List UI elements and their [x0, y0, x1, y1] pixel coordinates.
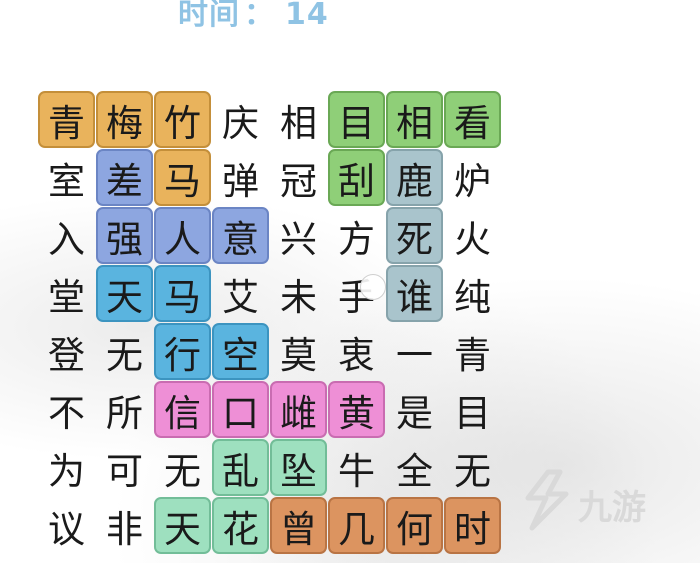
grid-cell[interactable]: 无 [96, 323, 153, 380]
grid-cell[interactable]: 不 [38, 381, 95, 438]
grid-cell[interactable]: 几 [328, 497, 385, 554]
grid-cell[interactable]: 火 [444, 207, 501, 264]
grid-cell[interactable]: 所 [96, 381, 153, 438]
grid-cell[interactable]: 登 [38, 323, 95, 380]
grid-cell[interactable]: 乱 [212, 439, 269, 496]
grid-cell[interactable]: 青 [38, 91, 95, 148]
touch-cursor [360, 274, 386, 300]
character-grid: 青梅竹庆相目相看室差马弹冠刮鹿炉入强人意兴方死火堂天马艾未手谁纯登无行空莫衷一青… [38, 91, 501, 554]
grid-cell[interactable]: 天 [154, 497, 211, 554]
grid-cell[interactable]: 牛 [328, 439, 385, 496]
grid-cell[interactable]: 刮 [328, 149, 385, 206]
grid-cell[interactable]: 意 [212, 207, 269, 264]
grid-cell[interactable]: 谁 [386, 265, 443, 322]
grid-cell[interactable]: 莫 [270, 323, 327, 380]
grid-cell[interactable]: 空 [212, 323, 269, 380]
grid-cell[interactable]: 梅 [96, 91, 153, 148]
jiuyou-logo-icon [525, 469, 569, 531]
grid-cell[interactable]: 庆 [212, 91, 269, 148]
grid-cell[interactable]: 看 [444, 91, 501, 148]
grid-cell[interactable]: 炉 [444, 149, 501, 206]
grid-cell[interactable]: 入 [38, 207, 95, 264]
watermark-logo: 九游 [518, 468, 668, 534]
grid-cell[interactable]: 相 [270, 91, 327, 148]
grid-cell[interactable]: 信 [154, 381, 211, 438]
watermark-text: 九游 [578, 488, 646, 528]
grid-cell[interactable]: 坠 [270, 439, 327, 496]
grid-cell[interactable]: 马 [154, 265, 211, 322]
grid-cell[interactable]: 未 [270, 265, 327, 322]
timer-value: 14 [285, 0, 329, 32]
grid-cell[interactable]: 天 [96, 265, 153, 322]
grid-cell[interactable]: 口 [212, 381, 269, 438]
grid-cell[interactable]: 人 [154, 207, 211, 264]
grid-cell[interactable]: 死 [386, 207, 443, 264]
timer-separator: ： [244, 0, 275, 32]
grid-cell[interactable]: 室 [38, 149, 95, 206]
grid-cell[interactable]: 纯 [444, 265, 501, 322]
grid-cell[interactable]: 目 [444, 381, 501, 438]
grid-cell[interactable]: 冠 [270, 149, 327, 206]
grid-cell[interactable]: 堂 [38, 265, 95, 322]
grid-cell[interactable]: 竹 [154, 91, 211, 148]
grid-cell[interactable]: 目 [328, 91, 385, 148]
grid-cell[interactable]: 弹 [212, 149, 269, 206]
grid-cell[interactable]: 时 [444, 497, 501, 554]
grid-cell[interactable]: 无 [444, 439, 501, 496]
grid-cell[interactable]: 是 [386, 381, 443, 438]
grid-cell[interactable]: 兴 [270, 207, 327, 264]
grid-cell[interactable]: 无 [154, 439, 211, 496]
grid-cell[interactable]: 何 [386, 497, 443, 554]
grid-cell[interactable]: 青 [444, 323, 501, 380]
grid-cell[interactable]: 黄 [328, 381, 385, 438]
grid-cell[interactable]: 相 [386, 91, 443, 148]
timer-display: 时间： 14 [178, 0, 329, 36]
grid-cell[interactable]: 雌 [270, 381, 327, 438]
grid-cell[interactable]: 为 [38, 439, 95, 496]
grid-cell[interactable]: 行 [154, 323, 211, 380]
grid-cell[interactable]: 花 [212, 497, 269, 554]
grid-cell[interactable]: 曾 [270, 497, 327, 554]
grid-cell[interactable]: 方 [328, 207, 385, 264]
timer-label: 时间 [178, 0, 240, 32]
grid-cell[interactable]: 马 [154, 149, 211, 206]
grid-cell[interactable]: 非 [96, 497, 153, 554]
grid-cell[interactable]: 强 [96, 207, 153, 264]
grid-cell[interactable]: 鹿 [386, 149, 443, 206]
grid-cell[interactable]: 全 [386, 439, 443, 496]
grid-cell[interactable]: 议 [38, 497, 95, 554]
grid-cell[interactable]: 可 [96, 439, 153, 496]
grid-cell[interactable]: 差 [96, 149, 153, 206]
grid-cell[interactable]: 一 [386, 323, 443, 380]
grid-cell[interactable]: 艾 [212, 265, 269, 322]
grid-cell[interactable]: 衷 [328, 323, 385, 380]
